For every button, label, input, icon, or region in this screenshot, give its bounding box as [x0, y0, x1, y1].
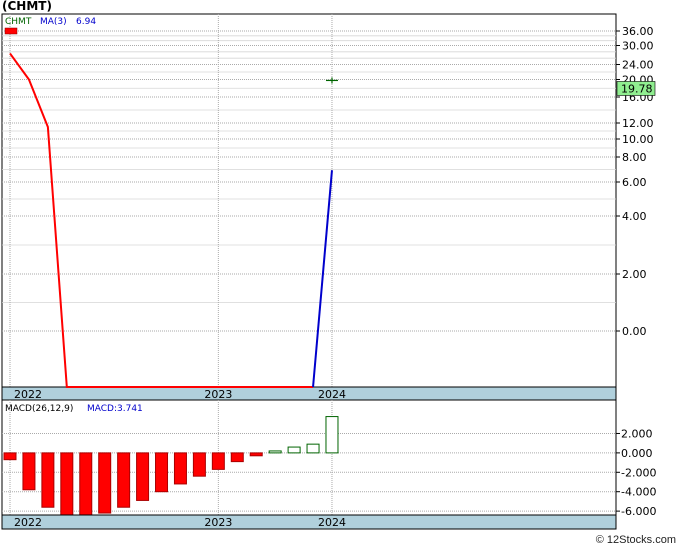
y-tick-label: 4.00 [622, 210, 647, 223]
macd-bar [155, 452, 169, 493]
y-tick-label: 30.00 [622, 40, 654, 53]
macd-y-tick-label: -2.000 [621, 466, 656, 479]
y-tick-label: 24.00 [622, 59, 654, 72]
macd-x-tick-label: 2023 [204, 516, 232, 529]
macd-bar [268, 450, 282, 454]
macd-bar [136, 452, 150, 501]
x-tick-label: 2022 [14, 388, 42, 401]
macd-y-tick-label: 0.000 [621, 447, 653, 460]
macd-bar [287, 446, 301, 454]
macd-date-band [1, 514, 617, 530]
legend-swatch [4, 27, 18, 35]
legend-ma-value: 6.94 [76, 17, 96, 27]
last-price-label: 19.78 [621, 82, 653, 95]
macd-bar [173, 452, 187, 485]
macd-bar [22, 452, 36, 491]
macd-x-tick-label: 2024 [318, 516, 346, 529]
y-tick-label: 0.00 [622, 325, 647, 338]
macd-y-tick-label: -6.000 [621, 505, 656, 518]
watermark: © 12Stocks.com [595, 534, 676, 546]
macd-y-tick-label: -4.000 [621, 486, 656, 499]
macd-bar [192, 452, 206, 477]
y-tick-label: 2.00 [622, 268, 647, 281]
macd-bar [249, 452, 263, 457]
macd-legend-value: MACD:3.741 [87, 404, 143, 414]
y-tick-label: 10.00 [622, 133, 654, 146]
macd-bar [117, 452, 131, 508]
macd-bar [79, 452, 93, 516]
macd-panel-frame [1, 399, 617, 530]
macd-bar [211, 452, 225, 470]
macd-bar [325, 416, 339, 454]
x-tick-label: 2024 [318, 388, 346, 401]
macd-bar [98, 452, 112, 514]
y-tick-label: 12.00 [622, 117, 654, 130]
macd-legend-label: MACD(26,12,9) [5, 404, 73, 414]
y-tick-label: 8.00 [622, 151, 647, 164]
macd-bar [3, 452, 17, 461]
y-tick-label: 36.00 [622, 25, 654, 38]
macd-bar [60, 452, 74, 516]
legend-ma-label: MA(3) [40, 17, 67, 27]
macd-bar [41, 452, 55, 508]
macd-x-tick-label: 2022 [14, 516, 42, 529]
x-tick-label: 2023 [204, 388, 232, 401]
stock-chart: 36.0030.0024.0020.0016.0012.0010.008.006… [1, 13, 656, 530]
macd-bar [306, 443, 320, 454]
price-date-band [1, 386, 617, 402]
legend-ticker: CHMT [5, 17, 32, 27]
y-tick-label: 6.00 [622, 176, 647, 189]
macd-y-tick-label: 2.000 [621, 427, 653, 440]
macd-bar [230, 452, 244, 463]
